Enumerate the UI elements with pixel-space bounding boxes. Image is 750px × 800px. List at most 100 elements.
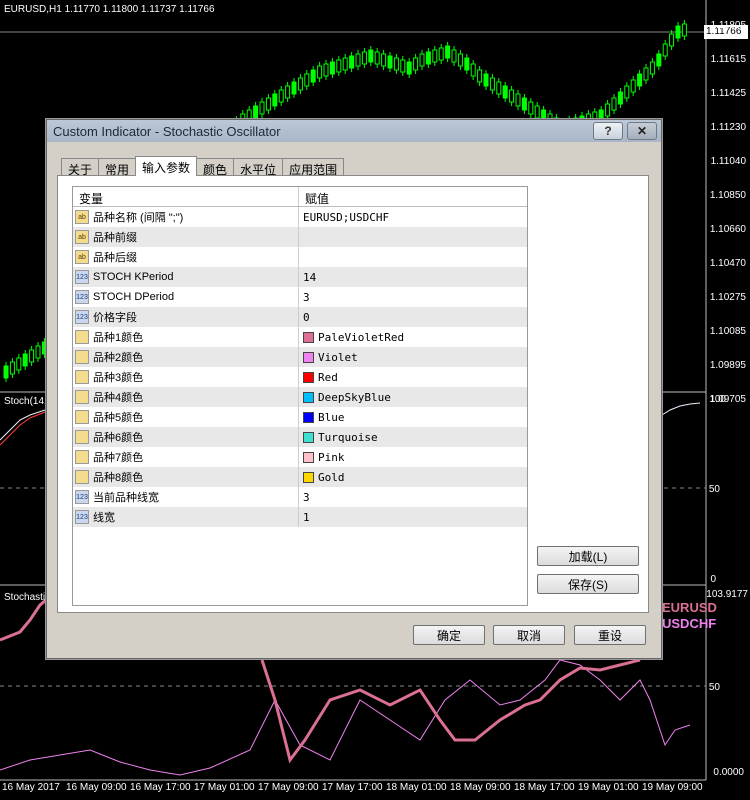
param-value-cell[interactable]: Violet xyxy=(299,347,527,367)
price-level-label: 1.10085 xyxy=(709,326,746,337)
param-value-cell[interactable]: EURUSD;USDCHF xyxy=(299,207,527,227)
load-button[interactable]: 加载(L) xyxy=(537,546,639,566)
dialog-titlebar[interactable]: Custom Indicator - Stochastic Oscillator… xyxy=(47,120,661,142)
column-variable[interactable]: 变量 xyxy=(73,187,299,206)
param-row[interactable]: 品种4颜色 DeepSkyBlue xyxy=(73,387,527,407)
param-row[interactable]: 品种1颜色 PaleVioletRed xyxy=(73,327,527,347)
stoch1-level-50: 50 xyxy=(708,484,720,495)
tab-visualization[interactable]: 应用范围 xyxy=(282,158,345,177)
candle-body xyxy=(310,69,316,83)
candle-body xyxy=(432,49,438,63)
candle-body xyxy=(381,53,387,67)
candle-body xyxy=(502,85,508,99)
stoch1-level-0: 0 xyxy=(710,574,716,585)
tab-inputs[interactable]: 输入参数 xyxy=(135,156,198,176)
param-row[interactable]: 品种3颜色 Red xyxy=(73,367,527,387)
param-row[interactable]: 品种6颜色 Turquoise xyxy=(73,427,527,447)
param-value-cell[interactable]: 0 xyxy=(299,307,527,327)
param-value: 3 xyxy=(303,290,310,304)
param-value-cell[interactable]: Turquoise xyxy=(299,427,527,447)
candle-body xyxy=(483,73,489,87)
candle-body xyxy=(9,361,15,375)
time-label: 16 May 09:00 xyxy=(66,782,127,793)
color-swatch xyxy=(303,411,314,423)
time-label: 17 May 17:00 xyxy=(322,782,383,793)
stoch-signal-line xyxy=(0,411,46,446)
candle-body xyxy=(393,57,399,71)
color-type-icon xyxy=(75,470,89,484)
stoch2-level-high: 103.9177 xyxy=(706,589,748,600)
param-row[interactable]: ab 品种前缀 xyxy=(73,227,527,247)
color-swatch xyxy=(303,391,314,403)
time-label: 18 May 17:00 xyxy=(514,782,575,793)
time-label: 18 May 09:00 xyxy=(450,782,511,793)
candle-body xyxy=(3,365,9,379)
param-row[interactable]: 123 STOCH KPeriod 14 xyxy=(73,267,527,287)
param-row[interactable]: 品种7颜色 Pink xyxy=(73,447,527,467)
param-name: 线宽 xyxy=(93,512,115,524)
param-value-cell[interactable]: 1 xyxy=(299,507,527,527)
param-value: 3 xyxy=(303,490,310,504)
candle-body xyxy=(29,349,35,363)
stoch-main-line xyxy=(661,402,701,416)
price-level-label: 1.09895 xyxy=(709,360,746,371)
param-value-cell[interactable]: DeepSkyBlue xyxy=(299,387,527,407)
param-row[interactable]: 123 价格字段 0 xyxy=(73,307,527,327)
param-value-cell[interactable] xyxy=(299,227,527,247)
cancel-button[interactable]: 取消 xyxy=(493,625,565,645)
time-label: 19 May 01:00 xyxy=(578,782,639,793)
param-value-cell[interactable]: Blue xyxy=(299,407,527,427)
candle-body xyxy=(489,77,495,91)
dialog-title: Custom Indicator - Stochastic Oscillator xyxy=(53,123,281,139)
save-button[interactable]: 保存(S) xyxy=(537,574,639,594)
tab-colors[interactable]: 颜色 xyxy=(196,158,235,177)
param-value: 14 xyxy=(303,270,317,284)
stoch2-title: Stochastic xyxy=(4,592,51,603)
param-row[interactable]: 品种8颜色 Gold xyxy=(73,467,527,487)
tab-about[interactable]: 关于 xyxy=(61,158,100,177)
ok-button[interactable]: 确定 xyxy=(413,625,485,645)
param-value: DeepSkyBlue xyxy=(318,390,391,404)
param-name: 品种6颜色 xyxy=(93,432,144,444)
param-row[interactable]: ab 品种名称 (间隔 ";") EURUSD;USDCHF xyxy=(73,207,527,227)
param-value-cell[interactable]: 14 xyxy=(299,267,527,287)
candle-body xyxy=(662,43,668,57)
param-row[interactable]: 123 STOCH DPeriod 3 xyxy=(73,287,527,307)
candle-body xyxy=(361,51,367,65)
param-row[interactable]: 品种2颜色 Violet xyxy=(73,347,527,367)
param-value-cell[interactable]: 3 xyxy=(299,487,527,507)
candle-body xyxy=(291,81,297,95)
param-value-cell[interactable] xyxy=(299,247,527,267)
param-value-cell[interactable]: PaleVioletRed xyxy=(299,327,527,347)
param-name: 品种后缀 xyxy=(93,252,137,264)
candle-body xyxy=(630,79,636,93)
candle-body xyxy=(637,73,643,87)
tab-levels[interactable]: 水平位 xyxy=(233,158,284,177)
reset-button[interactable]: 重设 xyxy=(574,625,646,645)
param-value: PaleVioletRed xyxy=(318,330,405,344)
param-row[interactable]: 品种5颜色 Blue xyxy=(73,407,527,427)
candle-body xyxy=(368,49,374,63)
close-button[interactable]: ✕ xyxy=(627,122,657,140)
price-level-label: 1.11805 xyxy=(710,20,746,31)
color-swatch xyxy=(303,371,314,383)
help-button[interactable]: ? xyxy=(593,122,623,140)
column-value[interactable]: 赋值 xyxy=(299,187,335,206)
param-value-cell[interactable]: 3 xyxy=(299,287,527,307)
integer-type-icon: 123 xyxy=(75,290,89,304)
param-value-cell[interactable]: Red xyxy=(299,367,527,387)
param-value-cell[interactable]: Gold xyxy=(299,467,527,487)
param-row[interactable]: 123 线宽 1 xyxy=(73,507,527,527)
param-value-cell[interactable]: Pink xyxy=(299,447,527,467)
price-level-label: 1.10660 xyxy=(709,224,746,235)
tab-common[interactable]: 常用 xyxy=(98,158,137,177)
param-row[interactable]: ab 品种后缀 xyxy=(73,247,527,267)
candle-body xyxy=(669,33,675,47)
candle-body xyxy=(259,101,265,115)
price-level-label: 1.10275 xyxy=(709,292,746,303)
candle-body xyxy=(624,85,630,99)
time-label: 16 May 2017 xyxy=(2,782,60,793)
param-row[interactable]: 123 当前品种线宽 3 xyxy=(73,487,527,507)
sym1-label: EURUSD xyxy=(662,600,717,615)
candle-body xyxy=(297,77,303,91)
